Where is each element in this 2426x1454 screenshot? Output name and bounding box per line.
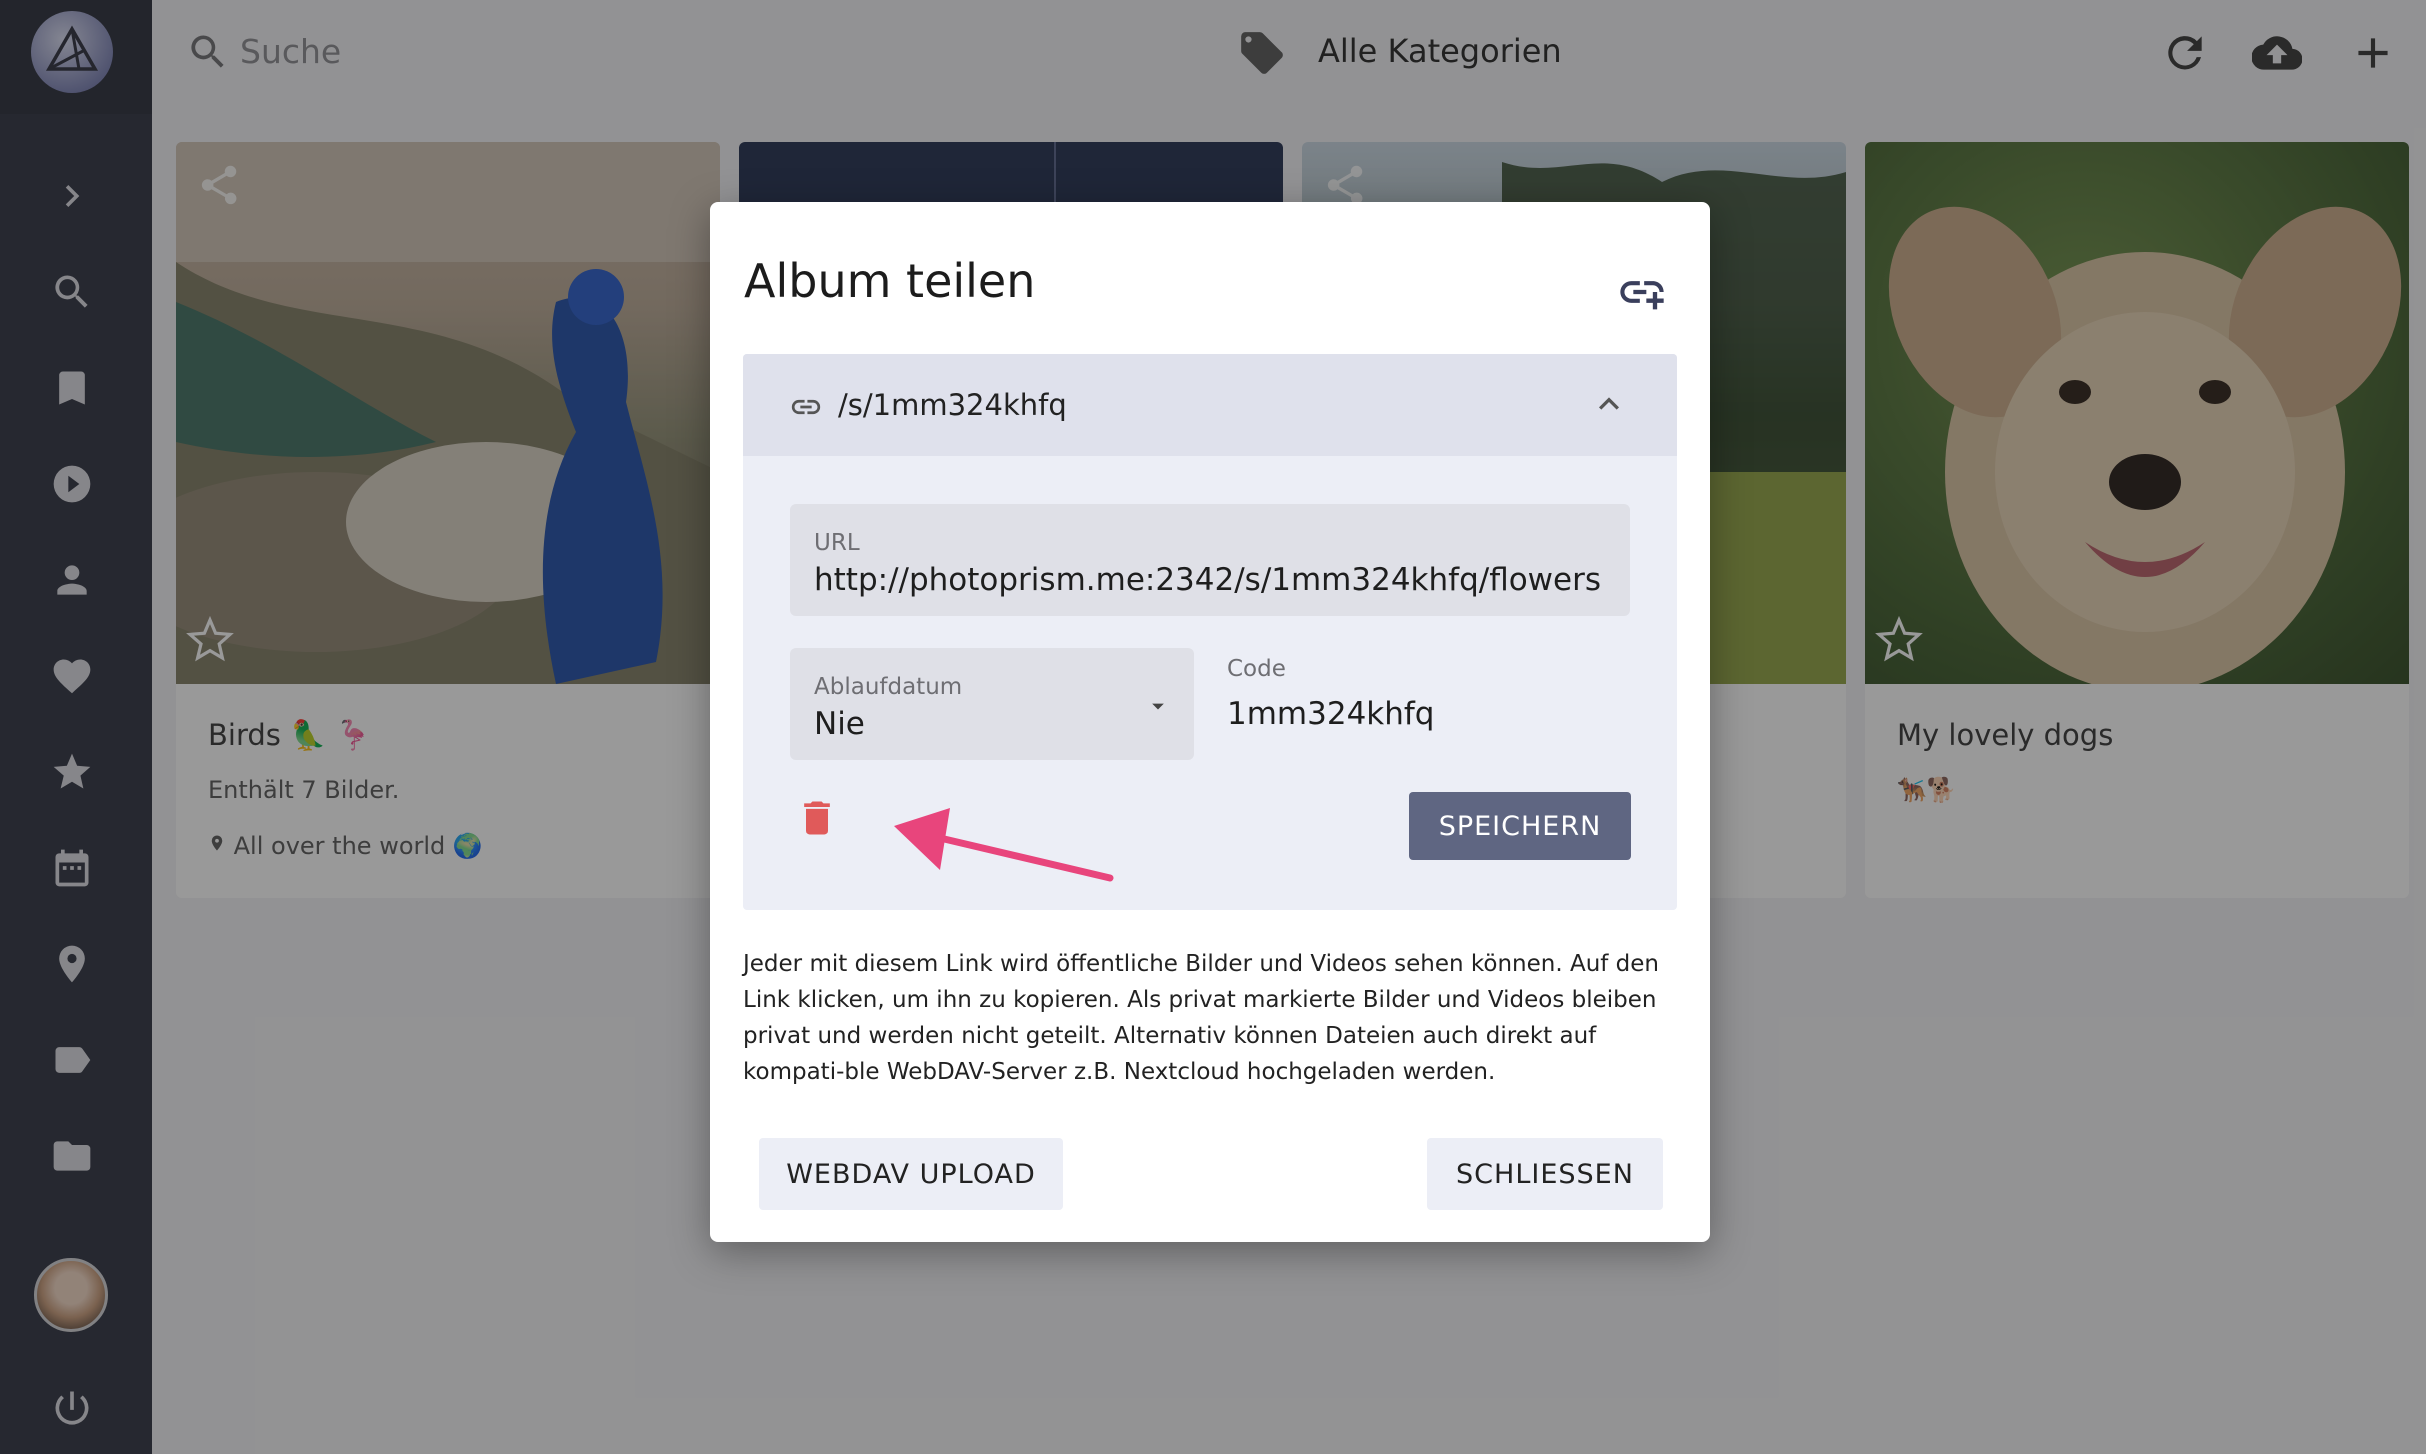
code-field[interactable]: 1mm324khfq — [1227, 696, 1434, 732]
expiry-select[interactable]: Ablaufdatum Nie — [790, 648, 1194, 760]
close-button[interactable]: SCHLIESSEN — [1427, 1138, 1663, 1210]
url-label: URL — [814, 530, 860, 556]
chevron-up-icon[interactable] — [1589, 384, 1629, 424]
share-description: Jeder mit diesem Link wird öffentliche B… — [743, 951, 1660, 1085]
webdav-upload-button[interactable]: WEBDAV UPLOAD — [759, 1138, 1063, 1210]
share-link-path: /s/1mm324khfq — [838, 388, 1067, 422]
expiry-label: Ablaufdatum — [814, 674, 963, 700]
add-link-icon[interactable] — [1616, 266, 1668, 318]
url-value[interactable]: http://photoprism.me:2342/s/1mm324khfq/f… — [814, 562, 1601, 598]
code-label: Code — [1227, 656, 1286, 682]
save-button[interactable]: SPEICHERN — [1409, 792, 1631, 860]
annotation-arrow — [894, 808, 1114, 882]
share-link-header[interactable]: /s/1mm324khfq — [743, 354, 1677, 456]
expiry-value: Nie — [814, 706, 865, 742]
url-field[interactable]: URL http://photoprism.me:2342/s/1mm324kh… — [790, 504, 1630, 616]
delete-icon[interactable] — [795, 796, 839, 840]
link-icon — [789, 390, 823, 424]
dropdown-caret-icon[interactable] — [1144, 692, 1172, 720]
dialog-title: Album teilen — [744, 254, 1036, 308]
share-album-dialog: Album teilen /s/1mm324khfq URL http://ph… — [710, 202, 1710, 1242]
